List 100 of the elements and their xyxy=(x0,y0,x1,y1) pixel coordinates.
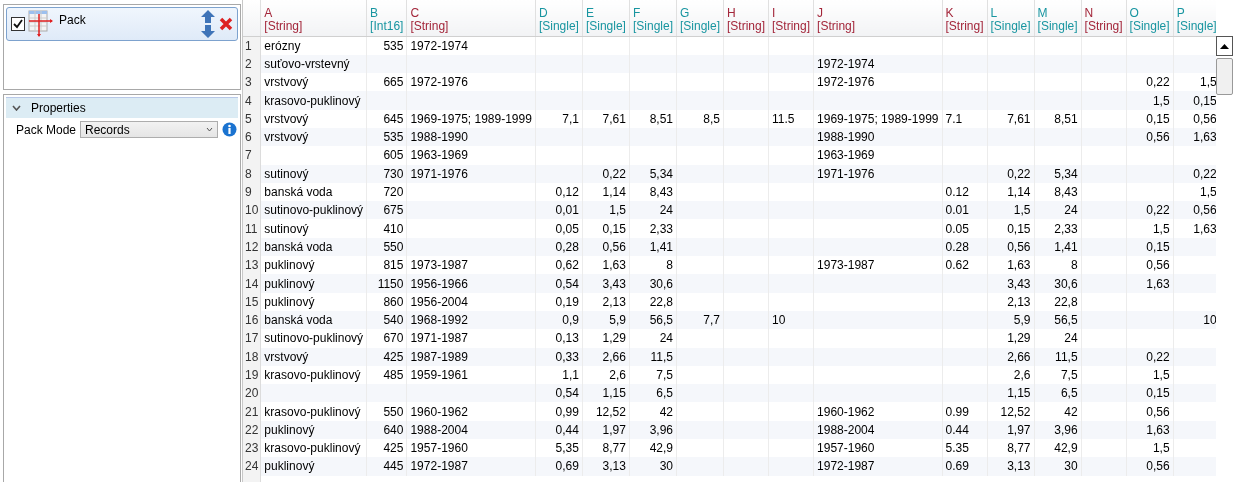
table-cell: 1988-2004 xyxy=(410,422,468,437)
column-header[interactable]: B [Int16] xyxy=(366,0,407,37)
table-cell: 2,66 xyxy=(602,349,626,364)
scrollbar-thumb[interactable] xyxy=(1216,58,1233,95)
row-number: 7 xyxy=(243,146,261,165)
pack-item[interactable]: Pack xyxy=(6,7,238,41)
table-cell: 0,22 xyxy=(1146,75,1170,90)
column-header[interactable]: O [Single] xyxy=(1126,0,1174,37)
table-cell: 1957-1960 xyxy=(410,441,468,456)
table-cell: 42 xyxy=(659,404,673,419)
column-header[interactable]: K [String] xyxy=(942,0,987,37)
table-cell: 5,34 xyxy=(649,166,673,181)
table-cell: 0,56 xyxy=(1193,203,1216,218)
table-cell: 0,44 xyxy=(555,422,579,437)
table-cell: 0,22 xyxy=(1007,166,1031,181)
table-cell: 8,77 xyxy=(602,441,626,456)
table-cell: 8 xyxy=(666,258,673,273)
table-cell: 7,1 xyxy=(562,111,579,126)
column-header[interactable]: J [String] xyxy=(813,0,942,37)
table-cell: 0,19 xyxy=(555,294,579,309)
pack-mode-dropdown[interactable]: Records xyxy=(80,121,219,138)
table-cell: 0.44 xyxy=(945,422,969,437)
table-cell: 1,29 xyxy=(602,331,626,346)
table-cell: sutinový xyxy=(264,166,309,181)
table-cell: 815 xyxy=(383,258,404,273)
table-cell: 0,56 xyxy=(1146,258,1170,273)
table-cell: 1969-1975; 1989-1999 xyxy=(410,111,532,126)
table-cell: 0.69 xyxy=(945,459,969,474)
table-cell: krasovo-puklinový xyxy=(264,368,361,382)
table-cell: 1960-1962 xyxy=(817,404,875,419)
table-cell: 1971-1976 xyxy=(817,166,875,181)
column-header[interactable]: P [Single] xyxy=(1173,0,1216,37)
table-cell: 24 xyxy=(1064,331,1078,346)
table-cell: 1,5 xyxy=(1199,185,1216,199)
table-cell: 24 xyxy=(659,203,673,218)
table-cell: 8 xyxy=(1070,258,1078,273)
row-number: 4 xyxy=(243,91,261,110)
up-down-arrows-icon[interactable] xyxy=(200,9,216,39)
table-cell: 0,13 xyxy=(555,331,579,346)
table-cell: 10 xyxy=(1203,313,1216,328)
table-cell: 0.01 xyxy=(945,203,969,218)
table-cell: 3,43 xyxy=(1007,276,1031,291)
table-cell: 3,96 xyxy=(649,422,673,437)
scroll-up-button[interactable] xyxy=(1216,36,1233,56)
table-cell: 0,12 xyxy=(555,185,579,199)
table-cell: 425 xyxy=(383,349,404,364)
table-cell: 0.12 xyxy=(945,185,969,199)
table-cell: 7,5 xyxy=(1060,368,1078,382)
table-cell: 1960-1962 xyxy=(410,404,468,419)
table-cell: 1,5 xyxy=(609,203,626,218)
column-header[interactable]: H [String] xyxy=(723,0,769,37)
table-cell: 1,63 xyxy=(1007,258,1031,273)
row-number: 14 xyxy=(243,274,261,293)
table-cell: 0,22 xyxy=(1146,349,1170,364)
row-number: 3 xyxy=(243,73,261,92)
table-cell: krasovo-puklinový xyxy=(264,404,361,419)
table-cell: krasovo-puklinový xyxy=(264,441,361,456)
table-cell: 1,29 xyxy=(1007,331,1031,346)
table-cell: 0,56 xyxy=(1193,111,1216,126)
table-cell: 2,66 xyxy=(1007,349,1031,364)
table-cell: 0,56 xyxy=(1007,239,1031,254)
table-cell: 12,52 xyxy=(1000,404,1031,419)
table-cell: 1,15 xyxy=(602,386,626,401)
table-cell: 10 xyxy=(772,313,786,328)
table-cell: suťovo-vrstevný xyxy=(264,56,350,71)
properties-header[interactable]: Properties xyxy=(6,97,238,118)
up-arrow-icon xyxy=(1220,43,1229,49)
table-cell: 3,43 xyxy=(602,276,626,291)
table-cell: banská voda xyxy=(264,239,333,254)
table-cell: 645 xyxy=(383,111,404,126)
table-cell: 1956-1966 xyxy=(410,276,468,291)
table-cell: 0,56 xyxy=(1146,130,1170,145)
table-cell: vrstvový xyxy=(264,111,309,126)
checkbox[interactable] xyxy=(11,17,25,31)
table-cell: 720 xyxy=(383,185,404,199)
column-header[interactable]: G [Single] xyxy=(676,0,724,37)
table-cell: 0,15 xyxy=(1146,111,1170,126)
row-number: 23 xyxy=(243,439,261,458)
table-cell: 2,13 xyxy=(602,294,626,309)
info-icon[interactable] xyxy=(222,122,238,137)
table-cell: 22,8 xyxy=(649,294,673,309)
table-cell: 2,33 xyxy=(649,221,673,236)
table-cell: 11.5 xyxy=(772,111,795,126)
column-header[interactable]: I [String] xyxy=(768,0,814,37)
close-icon[interactable] xyxy=(219,17,233,31)
table-cell: 425 xyxy=(383,441,404,456)
column-header[interactable]: C [String] xyxy=(406,0,536,37)
table-cell: 6,5 xyxy=(1060,386,1078,401)
table-cell: 1963-1969 xyxy=(817,148,875,163)
table-cell: 0,9 xyxy=(562,313,579,328)
table-cell: puklinový xyxy=(264,258,315,273)
table-cell: 1968-1992 xyxy=(410,313,468,328)
table-cell: 5,9 xyxy=(1013,313,1031,328)
table-cell: 1,63 xyxy=(1146,422,1170,437)
column-header[interactable]: N [String] xyxy=(1081,0,1127,37)
table-cell: 0,99 xyxy=(555,404,579,419)
table-cell: 24 xyxy=(1064,203,1078,218)
table-cell: 1959-1961 xyxy=(410,368,468,382)
column-header[interactable]: M [Single] xyxy=(1034,0,1082,37)
column-header[interactable]: A [String] xyxy=(260,0,367,37)
